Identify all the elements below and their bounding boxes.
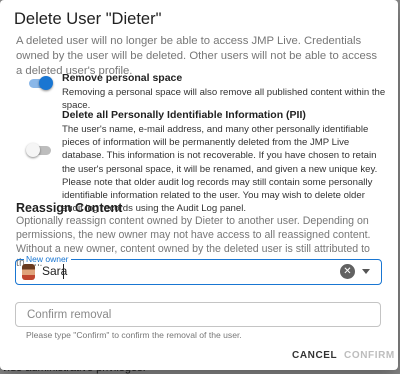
cancel-button[interactable]: CANCEL <box>292 350 337 361</box>
toggle-thumb <box>26 143 40 157</box>
confirm-removal-input[interactable] <box>15 302 381 327</box>
remove-space-toggle[interactable] <box>26 75 54 91</box>
confirm-button[interactable]: CONFIRM <box>344 350 395 361</box>
dialog-title: Delete User "Dieter" <box>14 10 162 28</box>
text-cursor <box>63 264 64 279</box>
user-avatar <box>22 264 35 280</box>
new-owner-label: New owner <box>24 254 71 264</box>
delete-pii-toggle[interactable] <box>26 142 54 158</box>
reassign-title: Reassign Content <box>16 201 123 215</box>
chevron-down-icon[interactable] <box>362 269 370 274</box>
delete-user-dialog: Delete User "Dieter" A deleted user will… <box>0 0 398 370</box>
new-owner-select[interactable]: New owner Sara ✕ <box>15 254 382 285</box>
delete-pii-title: Delete all Personally Identifiable Infor… <box>62 109 306 121</box>
clear-circle-icon[interactable]: ✕ <box>340 264 355 279</box>
toggle-thumb <box>39 76 53 90</box>
remove-space-title: Remove personal space <box>62 72 183 84</box>
confirm-helper-text: Please type "Confirm" to confirm the rem… <box>26 330 242 340</box>
